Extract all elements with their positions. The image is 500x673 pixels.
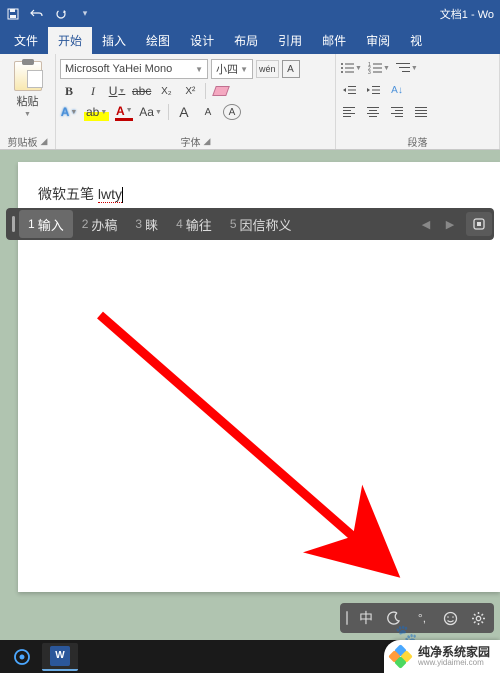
watermark-url: www.yidaimei.com [418,659,490,668]
align-left-button[interactable] [340,103,358,121]
taskbar-word-button[interactable]: W [42,643,78,671]
group-label-font: 字体◢ [60,133,331,149]
undo-icon[interactable] [30,7,44,21]
enclosed-char-button[interactable]: A [223,104,241,120]
sort-button[interactable]: A↓ [388,81,406,99]
grow-font-button[interactable]: A [175,103,193,121]
clipboard-icon [14,61,42,91]
qat-customize-icon[interactable]: ▾ [78,7,92,21]
numbering-button[interactable]: 123▼ [368,59,390,77]
tab-view[interactable]: 视 [400,27,432,54]
redo-icon[interactable] [54,7,68,21]
emoji-icon[interactable] [440,608,460,628]
document-title: 文档1 - Wo [440,6,494,22]
ime-tool-button[interactable] [466,212,492,236]
start-button[interactable] [4,643,40,671]
separator [205,83,206,99]
title-bar: ▾ 文档1 - Wo [0,0,500,27]
ime-candidate-2[interactable]: 2办稿 [73,210,127,238]
svg-text:3: 3 [368,70,371,74]
underline-button[interactable]: U▼ [108,82,126,100]
group-label-clipboard: 剪贴板◢ [4,133,51,149]
quick-access-toolbar: ▾ [6,7,92,21]
increase-indent-button[interactable] [364,81,382,99]
ime-candidate-5[interactable]: 5因信称义 [221,210,301,238]
font-size-combo[interactable]: 小四▼ [211,59,253,79]
typed-text: 微软五笔 [38,186,98,202]
superscript-button[interactable]: X² [181,82,199,100]
bold-button[interactable]: B [60,82,78,100]
ime-prev-page-button[interactable]: ◀ [415,213,437,235]
tab-design[interactable]: 设计 [180,27,224,54]
ime-candidate-bar[interactable]: 1输入 2办稿 3睐 4输往 5因信称义 ◀ ▶ [6,208,494,240]
multilevel-list-button[interactable]: ▼ [396,59,418,77]
clear-formatting-button[interactable] [212,82,230,100]
font-color-button[interactable]: A▼ [115,103,133,121]
group-label-paragraph: 段落 [340,133,495,149]
subscript-button[interactable]: X₂ [157,82,175,100]
separator [168,104,169,120]
dialog-launcher-icon[interactable]: ◢ [41,136,48,147]
dialog-launcher-icon[interactable]: ◢ [204,136,211,147]
tab-insert[interactable]: 插入 [92,27,136,54]
ribbon-tabs: 文件 开始 插入 绘图 设计 布局 引用 邮件 审阅 视 [0,27,500,54]
align-center-button[interactable] [364,103,382,121]
ribbon: 粘贴 ▼ 剪贴板◢ Microsoft YaHei Mono▼ 小四▼ wén … [0,54,500,150]
text-cursor [122,187,123,203]
paste-label: 粘贴 [17,93,39,109]
word-icon: W [50,646,70,666]
phonetic-guide-button[interactable]: wén [256,60,279,78]
ime-candidate-4[interactable]: 4输往 [167,210,221,238]
ime-grip-icon[interactable] [346,611,348,625]
tab-mailings[interactable]: 邮件 [312,27,356,54]
strikethrough-button[interactable]: abc [132,82,151,100]
font-name-combo[interactable]: Microsoft YaHei Mono▼ [60,59,208,79]
tab-draw[interactable]: 绘图 [136,27,180,54]
ime-mode-button[interactable]: 中 [356,608,376,628]
change-case-button[interactable]: Aa▼ [139,103,162,121]
watermark: 纯净系统家园 www.yidaimei.com [384,640,500,673]
paste-button[interactable]: 粘贴 ▼ [4,57,51,118]
highlight-button[interactable]: ab▼ [84,103,109,121]
tab-home[interactable]: 开始 [48,27,92,54]
group-font: Microsoft YaHei Mono▼ 小四▼ wén A B I U▼ a… [56,54,336,149]
text-effects-button[interactable]: A▼ [60,103,78,121]
save-icon[interactable] [6,7,20,21]
tab-file[interactable]: 文件 [4,27,48,54]
group-paragraph: ▼ 123▼ ▼ A↓ 段落 [336,54,500,149]
align-right-button[interactable] [388,103,406,121]
character-border-button[interactable]: A [282,60,300,78]
shrink-font-button[interactable]: A [199,103,217,121]
bullets-button[interactable]: ▼ [340,59,362,77]
ime-grip-icon[interactable] [12,216,15,232]
tab-review[interactable]: 审阅 [356,27,400,54]
decrease-indent-button[interactable] [340,81,358,99]
chevron-down-icon: ▼ [24,111,31,118]
ime-candidate-1[interactable]: 1输入 [19,210,73,238]
italic-button[interactable]: I [84,82,102,100]
group-clipboard: 粘贴 ▼ 剪贴板◢ [0,54,56,149]
gear-icon[interactable] [468,608,488,628]
ime-composing-text: lwty [98,186,122,203]
ime-candidate-3[interactable]: 3睐 [126,210,167,238]
watermark-title: 纯净系统家园 [418,646,490,659]
ime-next-page-button[interactable]: ▶ [439,213,461,235]
tab-references[interactable]: 引用 [268,27,312,54]
eraser-icon [213,86,231,96]
align-justify-button[interactable] [412,103,430,121]
tab-layout[interactable]: 布局 [224,27,268,54]
watermark-logo-icon [390,646,412,668]
